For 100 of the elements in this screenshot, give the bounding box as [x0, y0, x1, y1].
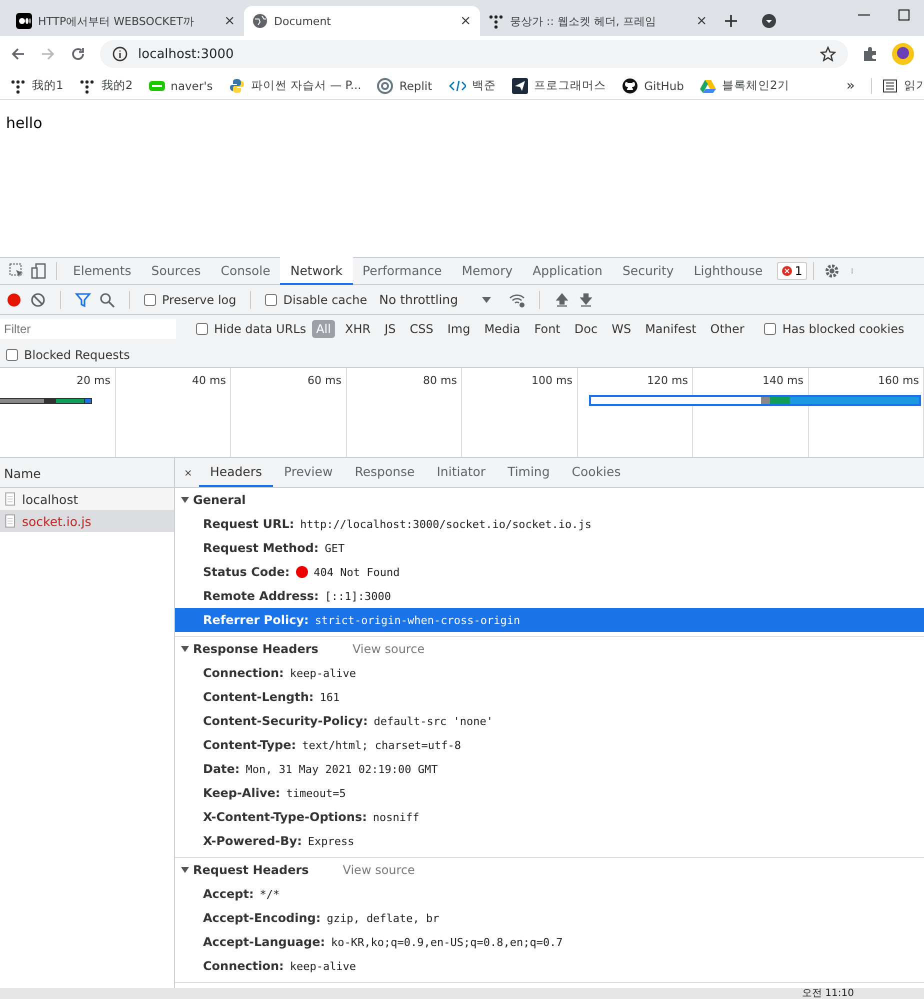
reading-list-button[interactable]: 읽기: [871, 78, 924, 94]
header-value: timeout=5: [286, 786, 346, 800]
drive-icon: [700, 78, 716, 94]
detail-tab[interactable]: Cookies: [560, 458, 632, 487]
list-icon: [882, 78, 898, 94]
wifi-gear-icon: [509, 292, 526, 308]
info-icon: [112, 46, 128, 62]
resource-type-filter[interactable]: WS: [608, 320, 636, 338]
filter-field[interactable]: Filter: [0, 318, 176, 338]
resource-type-filter[interactable]: Img: [443, 320, 474, 338]
detail-tab[interactable]: Initiator: [426, 458, 497, 487]
file-icon: [4, 513, 18, 529]
device-icon: [31, 263, 47, 279]
reload-button[interactable]: [70, 46, 86, 62]
view-source-link[interactable]: View source: [342, 863, 415, 877]
network-conditions-button[interactable]: [509, 292, 526, 308]
resource-type-filter[interactable]: Media: [480, 320, 524, 338]
request-row[interactable]: socket.io.js: [0, 510, 174, 532]
clear-button[interactable]: [30, 292, 46, 308]
filter-button[interactable]: [75, 292, 91, 308]
request-row[interactable]: localhost: [0, 488, 174, 510]
timeline-tick-label: 20 ms: [76, 374, 110, 387]
bookmark-link[interactable]: 我的1: [10, 78, 64, 94]
back-arrow-icon: [10, 46, 26, 62]
resource-type-filter[interactable]: Other: [706, 320, 748, 338]
column-header: Name: [4, 466, 41, 481]
header-name: Date:: [203, 762, 240, 776]
record-icon: [6, 292, 22, 308]
bookmark-link[interactable]: 백준: [448, 78, 496, 94]
bookmark-link[interactable]: 블록체인2기: [700, 78, 790, 94]
header-name: Connection:: [203, 959, 284, 973]
header-name: Remote Address:: [203, 589, 319, 603]
profile-avatar[interactable]: [892, 43, 914, 65]
header-value: ko-KR,ko;q=0.9,en-US;q=0.8,en;q=0.7: [331, 936, 563, 948]
header-value: 404 Not Found: [314, 566, 400, 578]
search-button[interactable]: [99, 292, 115, 308]
detail-tab[interactable]: Timing: [496, 458, 561, 487]
bookmark-link[interactable]: 파이썬 자습서 — P...: [228, 78, 362, 94]
devtools-tab[interactable]: Network: [280, 257, 353, 285]
devtools-tab[interactable]: Console: [210, 257, 280, 285]
reload-icon: [70, 46, 86, 62]
devtools-tab[interactable]: Performance: [352, 257, 452, 285]
bookmark-link[interactable]: Replit: [377, 78, 432, 94]
view-source-link[interactable]: View source: [352, 642, 425, 656]
header-name: Status Code:: [203, 565, 290, 579]
section-header[interactable]: Request Headers: [181, 863, 309, 877]
timeline-tick-label: 60 ms: [308, 374, 342, 387]
devtools-tab[interactable]: Security: [612, 257, 684, 285]
export-button[interactable]: [578, 292, 594, 308]
resource-type-filter[interactable]: CSS: [406, 320, 438, 338]
triangle-icon: [181, 645, 189, 653]
error-count-badge[interactable]: 1: [776, 262, 808, 280]
dots-icon: [10, 78, 26, 94]
throttling-dropdown[interactable]: No throttling: [379, 292, 492, 307]
bookmarks-overflow-button[interactable]: »: [846, 78, 855, 94]
blocked-requests-checkbox[interactable]: [6, 348, 18, 360]
section-header[interactable]: General: [181, 493, 246, 507]
resource-type-filter[interactable]: JS: [380, 320, 400, 338]
blocked-cookies-checkbox[interactable]: [764, 322, 776, 334]
detail-tab[interactable]: Preview: [273, 458, 344, 487]
resource-type-filter[interactable]: XHR: [340, 320, 375, 338]
browser-tab[interactable]: 뭉상가 :: 웹소켓 헤더, 프레임: [480, 6, 716, 36]
bookmark-link[interactable]: GitHub: [622, 78, 684, 94]
resource-type-filter[interactable]: Font: [530, 320, 564, 338]
header-name: Content-Length:: [203, 690, 314, 704]
bookmark-link[interactable]: naver's: [148, 78, 213, 94]
devtools-tab[interactable]: Elements: [63, 257, 142, 285]
detail-tab[interactable]: Headers: [199, 458, 274, 487]
browser-tab[interactable]: HTTP에서부터 WEBSOCKET까: [8, 6, 244, 36]
preserve-log-checkbox[interactable]: [144, 294, 156, 306]
bookmark-link[interactable]: 我的2: [79, 78, 133, 94]
devtools-tab[interactable]: Sources: [141, 257, 211, 285]
section-header[interactable]: Response Headers: [181, 642, 318, 656]
header-value: http://localhost:3000/socket.io/socket.io.js: [300, 518, 592, 530]
detail-tab[interactable]: Response: [344, 458, 426, 487]
header-value: text/html; charset=utf-8: [302, 738, 462, 752]
timeline-tick-label: 40 ms: [192, 374, 226, 387]
python-icon: [228, 78, 245, 94]
disable-cache-checkbox[interactable]: [265, 294, 278, 306]
header-name: Keep-Alive:: [203, 786, 280, 800]
extensions-button[interactable]: [862, 46, 878, 62]
back-button[interactable]: [10, 46, 26, 62]
hide-data-urls-checkbox[interactable]: [196, 322, 208, 334]
record-button[interactable]: [6, 292, 22, 308]
timeline-tick-label: 80 ms: [423, 374, 457, 387]
resource-type-filter[interactable]: Manifest: [641, 320, 700, 338]
funnel-icon: [75, 292, 91, 308]
import-button[interactable]: [554, 292, 570, 308]
devtools-tab[interactable]: Application: [522, 257, 612, 285]
settings-icon: [824, 263, 840, 279]
page-text: hello: [6, 114, 42, 132]
devtools-tab[interactable]: Memory: [452, 257, 523, 285]
taskbar-clock: 오전 11:10: [802, 988, 854, 999]
header-value: default-src 'none': [374, 714, 493, 728]
resource-type-filter[interactable]: Doc: [570, 320, 602, 338]
minimize-icon: [858, 14, 870, 16]
browser-tab[interactable]: Document: [244, 6, 480, 36]
devtools-tab[interactable]: Lighthouse: [684, 257, 773, 285]
address-bar[interactable]: localhost:3000: [100, 40, 848, 68]
bookmark-link[interactable]: 프로그래머스: [512, 78, 606, 94]
